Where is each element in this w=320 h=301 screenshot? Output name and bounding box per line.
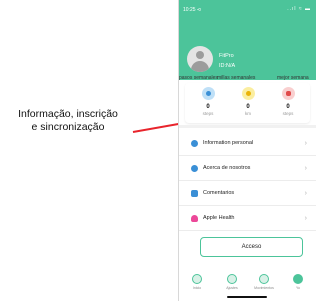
section-divider <box>179 125 316 128</box>
tab-home[interactable]: Inicio <box>182 274 212 290</box>
settings-icon <box>227 274 237 284</box>
stat-unit: km <box>245 111 251 116</box>
stat-best-week[interactable]: 0 steps <box>268 87 308 116</box>
info-icon <box>191 164 198 172</box>
home-icon <box>192 274 202 284</box>
stat-label-best-week: mejor semana <box>277 75 309 81</box>
avatar-body-icon <box>191 61 209 72</box>
avatar-head-icon <box>196 51 204 59</box>
annotation-line-2: e sincronização <box>31 121 105 133</box>
status-icons: ..ıl ≈ ▬ <box>287 6 311 12</box>
phone-screen: 10:25 ⊲ ..ıl ≈ ▬ FitPro ID:N/A pasos sem… <box>178 0 316 301</box>
annotation-line-1: Informação, inscrição <box>18 108 118 120</box>
activity-icon <box>259 274 269 284</box>
menu-item-label: Comentarios <box>203 190 235 196</box>
stat-value: 0 <box>286 104 290 110</box>
tab-activity[interactable]: Movimientos <box>249 274 279 290</box>
menu-item-about-us[interactable]: Acerca de nosotros › <box>179 156 316 181</box>
tab-label: Inicio <box>192 286 202 290</box>
home-indicator <box>227 296 267 298</box>
chevron-right-icon: › <box>304 214 307 222</box>
menu-item-label: Acerca de nosotros <box>203 165 251 171</box>
stat-value: 0 <box>246 104 250 110</box>
menu-item-feedback[interactable]: Comentarios › <box>179 181 316 206</box>
stats-labels: pasos semanales millas semanales mejor s… <box>179 75 316 83</box>
profile-icon <box>293 274 303 284</box>
annotation-pointer-line <box>132 122 184 133</box>
menu-item-apple-health[interactable]: Apple Health › <box>179 206 316 231</box>
avatar[interactable] <box>187 46 213 72</box>
tab-label: Ajustes <box>226 286 238 290</box>
tab-label: Yo <box>296 286 300 290</box>
annotation-text: Informação, inscrição e sincronização <box>2 108 134 134</box>
profile-header: 10:25 ⊲ ..ıl ≈ ▬ FitPro ID:N/A <box>179 0 316 80</box>
stat-unit: steps <box>282 111 294 116</box>
stat-label-weekly-miles: millas semanales <box>217 75 256 81</box>
settings-menu: Information personal › Acerca de nosotro… <box>179 131 316 231</box>
login-button[interactable]: Acceso <box>200 237 303 257</box>
chevron-right-icon: › <box>304 164 307 172</box>
stat-value: 0 <box>206 104 210 110</box>
screenshot-canvas: Informação, inscrição e sincronização 10… <box>0 0 316 301</box>
feedback-icon <box>191 189 198 197</box>
footsteps-icon <box>201 87 215 100</box>
stat-label-weekly-steps: pasos semanales <box>179 75 218 81</box>
chevron-right-icon: › <box>304 189 307 197</box>
calendar-icon <box>281 87 295 100</box>
status-time: 10:25 ⊲ <box>183 7 202 13</box>
profile-id: ID:N/A <box>219 63 236 69</box>
stat-weekly-miles[interactable]: 0 km <box>228 87 268 116</box>
chevron-right-icon: › <box>304 139 307 147</box>
menu-item-label: Information personal <box>203 140 254 146</box>
menu-item-personal-info[interactable]: Information personal › <box>179 131 316 156</box>
distance-icon <box>241 87 255 100</box>
stat-unit: steps <box>202 111 214 116</box>
tab-settings[interactable]: Ajustes <box>217 274 247 290</box>
tab-profile[interactable]: Yo <box>283 274 313 290</box>
stat-weekly-steps[interactable]: 0 steps <box>188 87 228 116</box>
menu-item-label: Apple Health <box>203 215 235 221</box>
person-icon <box>191 139 198 147</box>
profile-name: FitPro <box>219 53 234 59</box>
stats-card: 0 steps 0 km 0 steps <box>185 83 310 123</box>
heart-icon <box>191 214 198 222</box>
tab-label: Movimientos <box>254 286 274 290</box>
